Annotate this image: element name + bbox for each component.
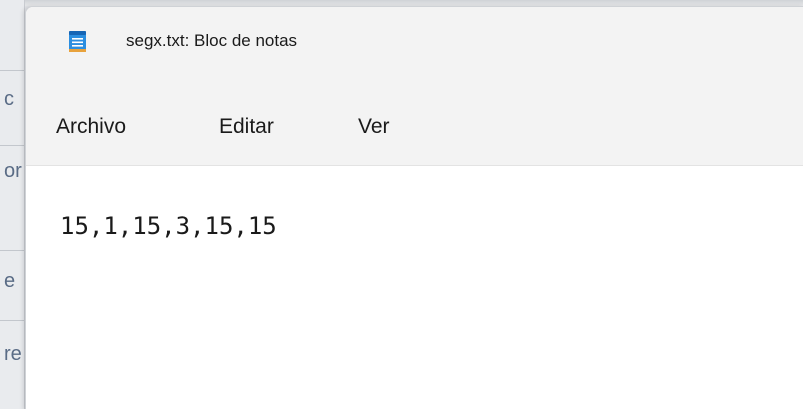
title-bar[interactable]: segx.txt: Bloc de notas <box>26 7 803 81</box>
background-window: c or e re <box>0 0 25 409</box>
menu-archivo[interactable]: Archivo <box>56 115 126 139</box>
background-text-fragment: re <box>4 343 22 365</box>
window-title: segx.txt: Bloc de notas <box>126 31 298 50</box>
background-text-fragment: or <box>4 160 22 182</box>
background-text-fragment: e <box>4 270 16 292</box>
background-divider <box>0 145 24 146</box>
menu-ver[interactable]: Ver <box>358 115 390 139</box>
notepad-window: segx.txt: Bloc de notas Archivo Editar V… <box>25 6 803 409</box>
editor-content[interactable]: 15,1,15,3,15,15 <box>60 212 277 240</box>
screen: c or e re segx.txt: Bloc de notas Archiv <box>0 0 803 409</box>
menu-bar: Archivo Editar Ver <box>26 81 803 166</box>
notepad-icon <box>68 29 87 53</box>
background-divider <box>0 250 24 251</box>
background-divider <box>0 320 24 321</box>
background-text-fragment: c <box>4 88 14 110</box>
background-divider <box>0 70 24 71</box>
menu-editar[interactable]: Editar <box>219 115 274 139</box>
text-editor[interactable]: 15,1,15,3,15,15 <box>26 166 803 409</box>
